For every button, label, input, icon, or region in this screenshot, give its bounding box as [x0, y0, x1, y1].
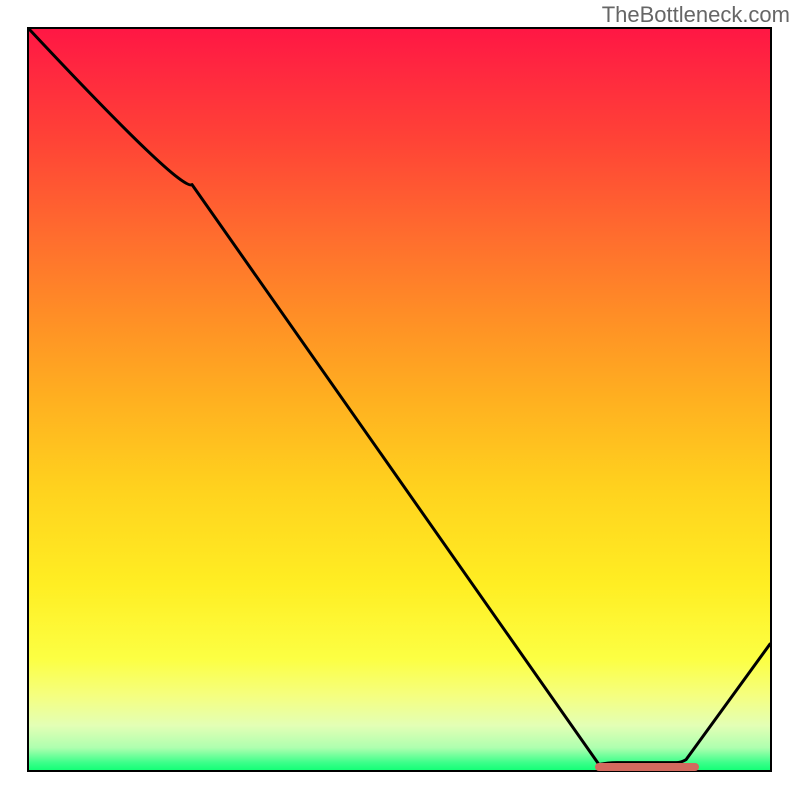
attribution-text: TheBottleneck.com: [602, 2, 790, 28]
chart-frame: [27, 27, 772, 772]
optimal-range-marker: [595, 763, 699, 771]
chart-curve: [29, 29, 770, 770]
